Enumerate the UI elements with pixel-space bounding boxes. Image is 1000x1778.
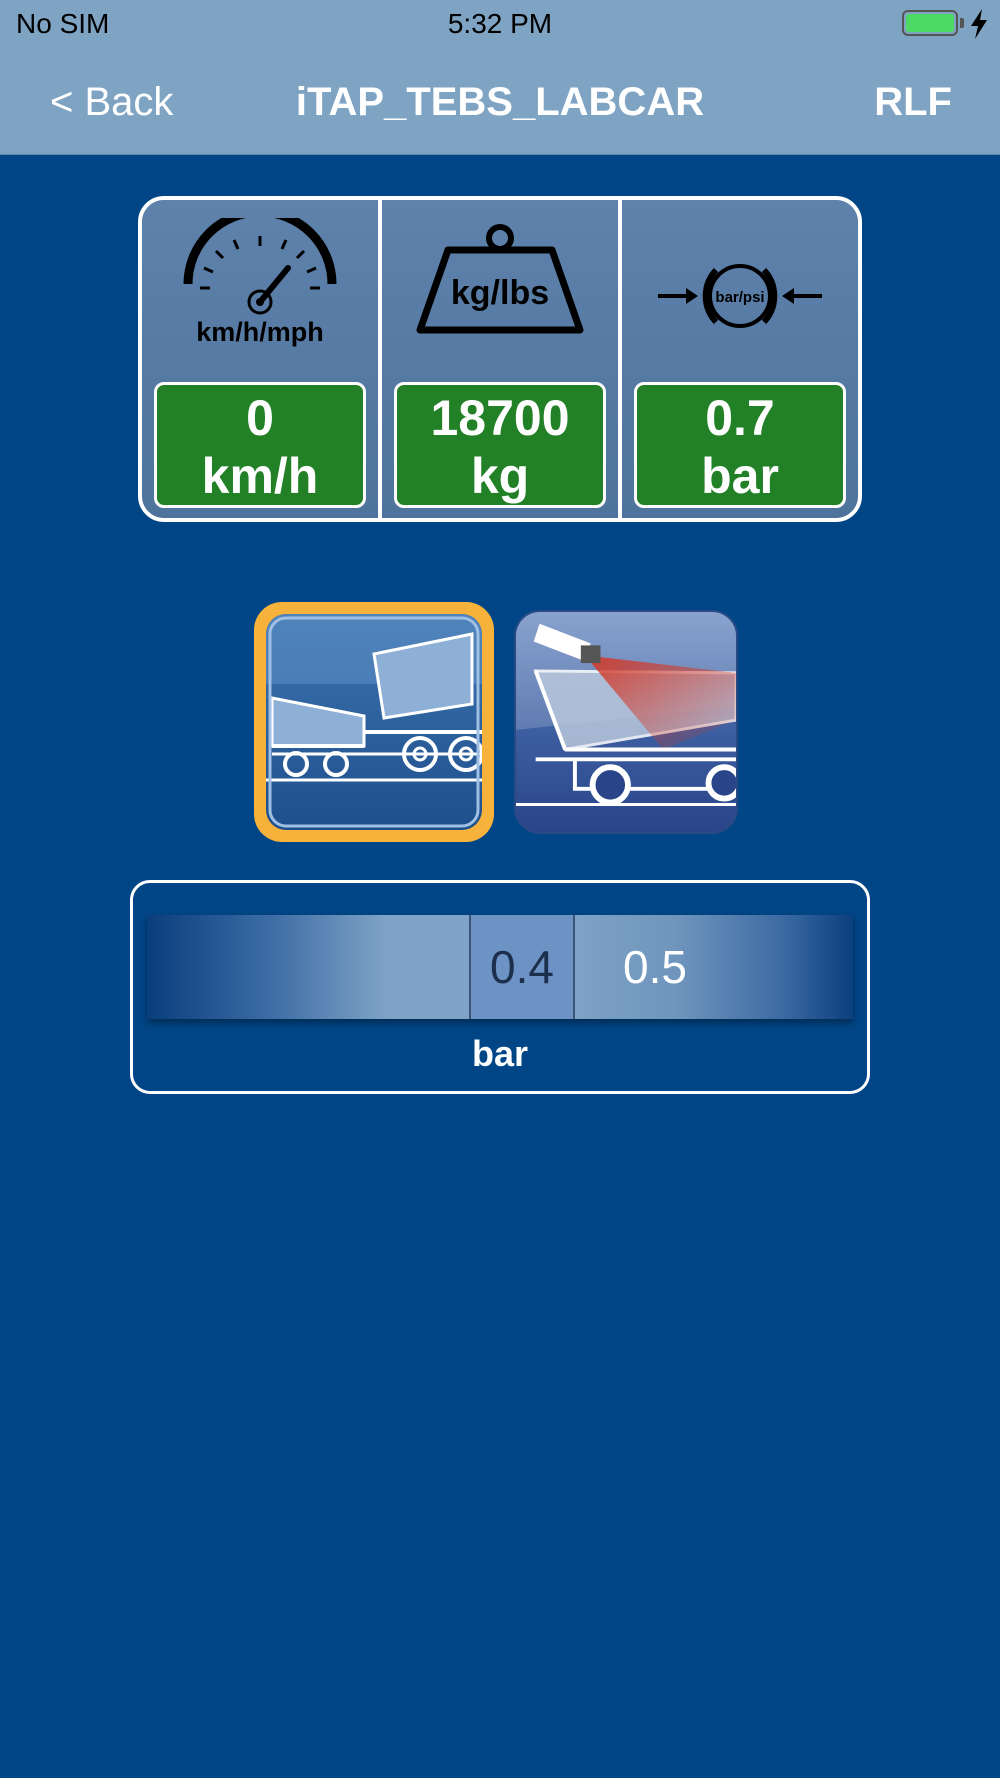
- tipper-truck-icon: [266, 614, 482, 828]
- weight-unit: kg: [470, 448, 530, 504]
- svg-text:kg/lbs: kg/lbs: [451, 274, 549, 312]
- speed-unit: km/h: [201, 448, 319, 504]
- rlf-button[interactable]: RLF: [874, 80, 952, 125]
- speed-value-box: 0 km/h: [154, 382, 366, 508]
- weight-icon: kg/lbs: [416, 224, 584, 334]
- svg-text:km/h/mph: km/h/mph: [196, 317, 324, 347]
- bolt-icon: [971, 9, 987, 39]
- pressure-value: 0.7: [705, 390, 775, 446]
- weight-value: 18700: [430, 390, 570, 446]
- picker-option-selected[interactable]: 0.4: [469, 915, 575, 1019]
- tipping-mode-button[interactable]: [254, 602, 494, 842]
- gauge-panel: km/h/mph 0 km/h kg/lbs 18700 kg bar/psi: [138, 196, 862, 522]
- tipping-mode-face: [266, 614, 482, 830]
- pressure-picker[interactable]: 0.4 0.5: [147, 915, 853, 1019]
- camera-mode-button[interactable]: [514, 610, 738, 834]
- picker-unit-label: bar: [471, 1033, 529, 1074]
- pressure-value-box: 0.7 bar: [634, 382, 846, 508]
- pressure-icon: bar/psi: [658, 264, 822, 328]
- weight-value-box: 18700 kg: [394, 382, 606, 508]
- top-bar: No SIM 5:32 PM < Back iTAP_TEBS_LABCAR R…: [0, 0, 1000, 155]
- speed-value: 0: [246, 390, 274, 446]
- status-time: 5:32 PM: [447, 8, 553, 39]
- weight-gauge: kg/lbs 18700 kg: [378, 200, 618, 518]
- pressure-gauge: bar/psi 0.7 bar: [618, 200, 858, 518]
- picker-option[interactable]: 0.5: [575, 915, 735, 1019]
- battery-full-icon: [902, 10, 958, 36]
- speedometer-icon: km/h/mph: [183, 218, 337, 347]
- svg-text:bar/psi: bar/psi: [715, 289, 764, 306]
- page-title: iTAP_TEBS_LABCAR: [295, 80, 705, 124]
- pressure-unit: bar: [701, 448, 779, 504]
- tipper-camera-icon: [516, 612, 736, 806]
- battery-tip: [960, 18, 964, 28]
- speed-gauge: km/h/mph 0 km/h: [142, 200, 378, 518]
- pressure-picker-panel: 0.4 0.5 bar: [130, 880, 870, 1094]
